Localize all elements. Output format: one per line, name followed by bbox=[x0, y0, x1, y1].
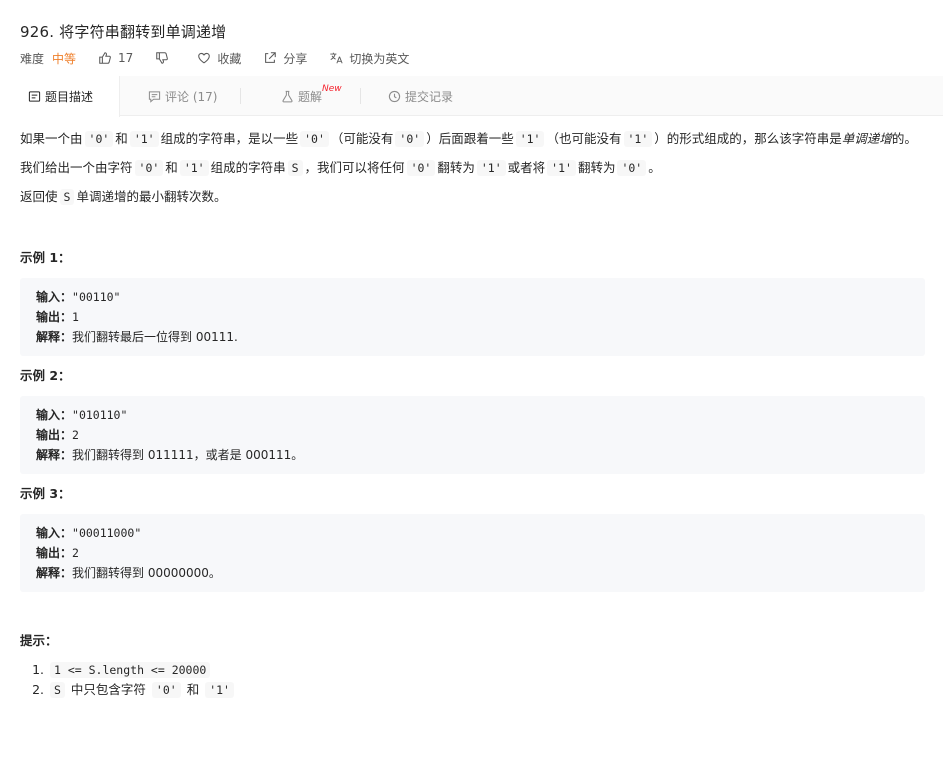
difficulty-label: 难度 bbox=[20, 51, 45, 66]
difficulty-badge: 中等 bbox=[52, 51, 77, 66]
thumb-down-icon bbox=[156, 52, 169, 64]
switch-language-label: 切换为英文 bbox=[349, 51, 410, 66]
problem-header: 926. 将字符串翻转到单调递增 难度 中等 17 收藏 分享 切换为英文 bbox=[0, 0, 943, 76]
description-icon bbox=[28, 91, 41, 102]
favorite-label: 收藏 bbox=[217, 51, 242, 66]
hints-list: 1 <= S.length <= 20000 S 中只包含字符 '0' 和 '1… bbox=[48, 660, 925, 700]
problem-meta: 难度 中等 17 收藏 分享 切换为英文 bbox=[20, 49, 431, 67]
example-title: 示例 2： bbox=[20, 368, 71, 383]
example-3: 示例 3： 输入："00011000" 输出：2 解释：我们翻转得到 00000… bbox=[20, 483, 925, 592]
description-paragraph-1: 如果一个由 '0' 和 '1' 组成的字符串，是以一些 '0' （可能没有 '0' ）后面跟着一… bbox=[20, 131, 917, 147]
monotone-term: 单调递增 bbox=[841, 131, 892, 146]
hint-item: 1 <= S.length <= 20000 bbox=[48, 660, 925, 680]
example-block: 输入："00011000" 输出：2 解释：我们翻转得到 00000000。 bbox=[20, 514, 925, 592]
difficulty: 难度 中等 bbox=[20, 50, 76, 67]
new-badge: New bbox=[322, 84, 342, 94]
tab-description-label: 题目描述 bbox=[45, 90, 94, 104]
example-title: 示例 1： bbox=[20, 250, 71, 265]
tab-description[interactable]: 题目描述 bbox=[0, 76, 120, 117]
example-block: 输入："00110" 输出：1 解释：我们翻转最后一位得到 00111. bbox=[20, 278, 925, 356]
share-label: 分享 bbox=[283, 51, 308, 66]
dislike-button[interactable] bbox=[155, 51, 175, 65]
hints-title: 提示： bbox=[20, 633, 58, 648]
example-block: 输入："010110" 输出：2 解释：我们翻转得到 011111，或者是 00… bbox=[20, 396, 925, 474]
tab-comments[interactable]: 评论 (17) bbox=[148, 76, 217, 116]
clock-icon bbox=[388, 90, 401, 102]
problem-description: 如果一个由 '0' 和 '1' 组成的字符串，是以一些 '0' （可能没有 '0' ）后面跟着一… bbox=[20, 128, 925, 700]
tab-submissions-label: 提交记录 bbox=[405, 89, 454, 104]
share-icon bbox=[265, 52, 277, 63]
translate-icon bbox=[330, 52, 343, 64]
tab-separator bbox=[360, 76, 361, 116]
share-button[interactable]: 分享 bbox=[263, 50, 307, 67]
comment-icon bbox=[148, 90, 161, 103]
tab-bar: 题目描述 评论 (17) 题解 New 提交记录 bbox=[0, 76, 943, 117]
tab-comments-label: 评论 (17) bbox=[165, 89, 218, 104]
problem-title: 926. 将字符串翻转到单调递增 bbox=[20, 23, 227, 41]
like-button[interactable]: 17 bbox=[98, 51, 133, 65]
tab-submissions[interactable]: 提交记录 bbox=[388, 76, 453, 116]
tab-separator bbox=[240, 76, 241, 116]
example-2: 示例 2： 输入："010110" 输出：2 解释：我们翻转得到 011111，… bbox=[20, 365, 925, 474]
description-paragraph-3: 返回使 S 单调递增的最小翻转次数。 bbox=[20, 189, 227, 205]
description-paragraph-2: 我们给出一个由字符 '0' 和 '1' 组成的字符串 S ，我们可以将任何 '0' 翻转为 '1'… bbox=[20, 160, 661, 176]
hint-item: S 中只包含字符 '0' 和 '1' bbox=[48, 680, 925, 700]
heart-icon bbox=[198, 52, 211, 64]
tab-solutions-label: 题解 bbox=[298, 89, 323, 104]
example-title: 示例 3： bbox=[20, 486, 71, 501]
favorite-button[interactable]: 收藏 bbox=[197, 50, 241, 67]
switch-language-button[interactable]: 切换为英文 bbox=[329, 50, 409, 67]
flask-icon bbox=[282, 90, 293, 102]
thumb-up-icon bbox=[99, 52, 111, 64]
tab-solutions[interactable]: 题解 bbox=[281, 76, 322, 116]
example-1: 示例 1： 输入："00110" 输出：1 解释：我们翻转最后一位得到 0011… bbox=[20, 247, 925, 356]
like-count: 17 bbox=[118, 51, 134, 65]
